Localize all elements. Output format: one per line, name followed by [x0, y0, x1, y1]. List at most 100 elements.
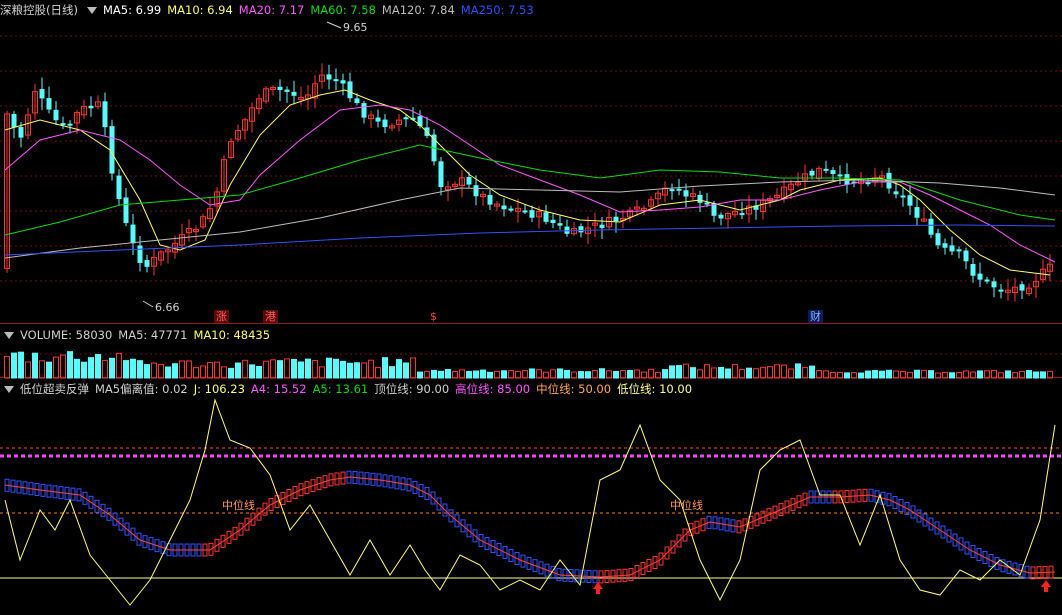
volume-bar [410, 357, 416, 379]
candle-body-down [375, 117, 381, 122]
candle-body-down [123, 197, 129, 223]
volume-bar [88, 357, 94, 379]
event-marker[interactable]: 港 [263, 310, 278, 323]
volume-bar [18, 351, 24, 379]
candle-body-down [998, 289, 1004, 292]
volume-bar [837, 371, 843, 379]
volume-bar [53, 356, 59, 379]
volume-bar [368, 359, 374, 379]
volume-bar [977, 370, 983, 379]
event-marker[interactable]: 财 [808, 310, 823, 323]
event-marker[interactable]: 涨 [214, 310, 229, 323]
volume-bar [998, 372, 1004, 379]
volume-bar [928, 370, 934, 379]
volume-bar [60, 354, 66, 379]
volume-bar [172, 363, 178, 379]
event-marker[interactable]: $ [428, 310, 439, 323]
volume-bar [1019, 371, 1025, 379]
candle-body-down [130, 224, 136, 244]
candle-body-down [340, 80, 346, 84]
volume-bar [200, 365, 206, 379]
volume-bar [1033, 371, 1039, 379]
volume-bar [452, 371, 458, 379]
low-pointer [142, 300, 154, 308]
candle-body-down [39, 89, 45, 99]
candle-body-down [697, 194, 703, 203]
volume-bar [935, 372, 941, 379]
candle-body-down [53, 109, 59, 121]
candle-body-down [907, 195, 913, 206]
volume-bar [81, 361, 87, 379]
volume-bar [39, 360, 45, 379]
ma5-deviation-line [4, 476, 1056, 578]
volume-bar [389, 366, 395, 379]
volume-bar [690, 367, 696, 379]
volume-bar [816, 369, 822, 379]
candle-body-down [900, 195, 906, 198]
candle-body-down [914, 207, 920, 218]
candle-body-down [382, 119, 388, 128]
candle-body-down [963, 250, 969, 262]
volume-bar [214, 361, 220, 379]
volume-bar [207, 361, 213, 379]
volume-bar [46, 361, 52, 379]
candle-body-down [46, 98, 52, 110]
volume-bar [354, 362, 360, 379]
candle-body-down [11, 113, 17, 128]
volume-bar [886, 369, 892, 379]
volume-bar [319, 366, 325, 379]
volume-bar [11, 352, 17, 379]
volume-bar [550, 369, 556, 379]
volume-bar [403, 362, 409, 379]
volume-bar [263, 360, 269, 379]
volume-bar [228, 367, 234, 379]
candle-body-down [991, 281, 997, 288]
candle-body-down [984, 279, 990, 282]
volume-bar [326, 357, 332, 379]
candle-body-down [284, 89, 290, 92]
volume-bar [844, 372, 850, 379]
candle-body-down [676, 188, 682, 191]
volume-bar [781, 364, 787, 379]
candle-body-down [837, 174, 843, 177]
candle-body-down [704, 202, 710, 205]
volume-bar [67, 351, 73, 379]
volume-bar [4, 355, 10, 379]
volume-bar [221, 366, 227, 379]
volume-bar [186, 360, 192, 379]
high-pointer [326, 21, 342, 29]
volume-bar [648, 368, 654, 379]
candle-body-down [564, 226, 570, 234]
volume-bar [718, 366, 724, 379]
stock-chart-canvas[interactable]: 9.65 6.66 中位线 中位线 [0, 0, 1062, 615]
volume-bar [1026, 370, 1032, 379]
volume-bar [179, 360, 185, 379]
volume-bar [130, 358, 136, 379]
candle-body-down [403, 117, 409, 120]
candle-body-down [438, 161, 444, 188]
candle-body-down [977, 273, 983, 280]
volume-bar [522, 370, 528, 379]
candle-body-down [354, 98, 360, 104]
volume-bar [669, 365, 675, 379]
volume-bar [683, 363, 689, 379]
volume-bar [711, 367, 717, 379]
candle-body-down [893, 191, 899, 195]
volume-bar [375, 367, 381, 379]
candle-body-down [291, 91, 297, 96]
volume-bar [907, 371, 913, 379]
candle-body-down [809, 170, 815, 176]
volume-bar [662, 369, 668, 379]
candle-body-down [970, 264, 976, 276]
volume-bar [774, 364, 780, 379]
volume-bar [949, 372, 955, 379]
volume-bar [340, 360, 346, 379]
volume-bar [32, 352, 38, 379]
volume-bar [564, 369, 570, 379]
volume-bar [655, 371, 661, 379]
candle-body-down [529, 210, 535, 218]
volume-bar [753, 368, 759, 379]
candle-body-down [137, 245, 143, 263]
candle-body-down [928, 218, 934, 235]
volume-bar [235, 362, 241, 379]
